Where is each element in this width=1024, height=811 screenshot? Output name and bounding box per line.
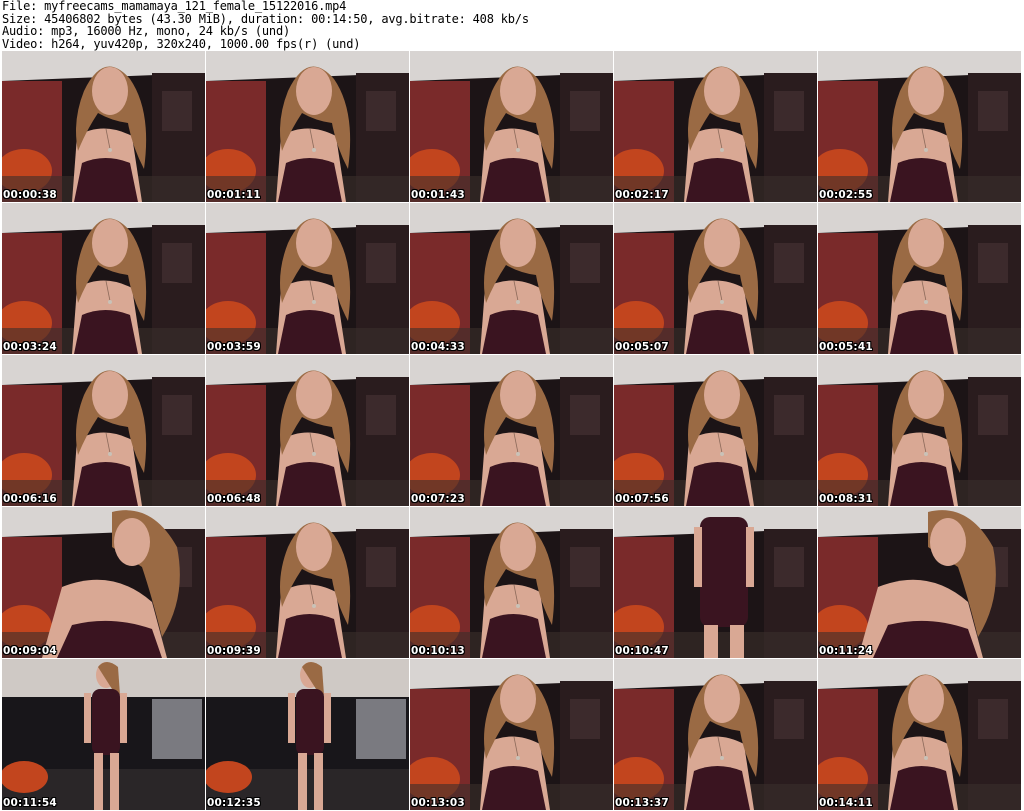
- thumbnail-timestamp: 00:05:41: [819, 341, 873, 353]
- video-thumbnail: 00:07:56: [614, 355, 817, 506]
- file-info-header: File: myfreecams_mamamaya_121_female_151…: [2, 0, 1022, 50]
- thumbnail-timestamp: 00:03:24: [3, 341, 57, 353]
- file-name-line: File: myfreecams_mamamaya_121_female_151…: [2, 0, 347, 13]
- thumbnail-frame-image: [410, 203, 613, 354]
- thumbnail-frame-image: [2, 507, 205, 658]
- video-thumbnail: 00:01:43: [410, 51, 613, 202]
- video-thumbnail: 00:10:47: [614, 507, 817, 658]
- thumbnail-grid: 00:00:38 00:01:11 00:01:43 00:02:17 00:0…: [2, 51, 1022, 811]
- thumbnail-timestamp: 00:04:33: [411, 341, 465, 353]
- video-thumbnail: 00:02:17: [614, 51, 817, 202]
- video-thumbnail: 00:00:38: [2, 51, 205, 202]
- thumbnail-timestamp: 00:11:54: [3, 797, 57, 809]
- thumbnail-frame-image: [410, 507, 613, 658]
- video-thumbnail: 00:06:48: [206, 355, 409, 506]
- thumbnail-frame-image: [410, 659, 613, 810]
- thumbnail-timestamp: 00:13:03: [411, 797, 465, 809]
- thumbnail-frame-image: [206, 203, 409, 354]
- thumbnail-frame-image: [818, 203, 1021, 354]
- thumbnail-timestamp: 00:12:35: [207, 797, 261, 809]
- thumbnail-timestamp: 00:01:11: [207, 189, 261, 201]
- thumbnail-timestamp: 00:01:43: [411, 189, 465, 201]
- thumbnail-timestamp: 00:07:56: [615, 493, 669, 505]
- thumbnail-timestamp: 00:08:31: [819, 493, 873, 505]
- thumbnail-frame-image: [410, 51, 613, 202]
- video-thumbnail: 00:07:23: [410, 355, 613, 506]
- video-thumbnail: 00:12:35: [206, 659, 409, 810]
- video-thumbnail: 00:10:13: [410, 507, 613, 658]
- thumbnail-frame-image: [410, 355, 613, 506]
- video-thumbnail: 00:03:24: [2, 203, 205, 354]
- thumbnail-timestamp: 00:11:24: [819, 645, 873, 657]
- video-thumbnail: 00:09:04: [2, 507, 205, 658]
- thumbnail-frame-image: [206, 51, 409, 202]
- thumbnail-frame-image: [206, 355, 409, 506]
- thumbnail-timestamp: 00:03:59: [207, 341, 261, 353]
- video-thumbnail: 00:11:54: [2, 659, 205, 810]
- thumbnail-frame-image: [2, 203, 205, 354]
- video-thumbnail: 00:09:39: [206, 507, 409, 658]
- thumbnail-timestamp: 00:13:37: [615, 797, 669, 809]
- thumbnail-timestamp: 00:06:48: [207, 493, 261, 505]
- thumbnail-frame-image: [818, 659, 1021, 810]
- video-thumbnail: 00:11:24: [818, 507, 1021, 658]
- thumbnail-frame-image: [614, 659, 817, 810]
- thumbnail-timestamp: 00:06:16: [3, 493, 57, 505]
- thumbnail-timestamp: 00:10:47: [615, 645, 669, 657]
- thumbnail-frame-image: [614, 51, 817, 202]
- thumbnail-timestamp: 00:09:39: [207, 645, 261, 657]
- thumbnail-frame-image: [2, 51, 205, 202]
- thumbnail-frame-image: [818, 507, 1021, 658]
- video-thumbnail: 00:05:41: [818, 203, 1021, 354]
- video-thumbnail: 00:13:37: [614, 659, 817, 810]
- thumbnail-timestamp: 00:09:04: [3, 645, 57, 657]
- thumbnail-timestamp: 00:14:11: [819, 797, 873, 809]
- video-thumbnail: 00:01:11: [206, 51, 409, 202]
- thumbnail-timestamp: 00:00:38: [3, 189, 57, 201]
- thumbnail-frame-image: [206, 507, 409, 658]
- thumbnail-frame-image: [2, 355, 205, 506]
- video-thumbnail: 00:02:55: [818, 51, 1021, 202]
- thumbnail-timestamp: 00:10:13: [411, 645, 465, 657]
- thumbnail-timestamp: 00:05:07: [615, 341, 669, 353]
- thumbnail-frame-image: [614, 203, 817, 354]
- video-info-line: Video: h264, yuv420p, 320x240, 1000.00 f…: [2, 36, 361, 51]
- video-thumbnail: 00:06:16: [2, 355, 205, 506]
- video-thumbnail: 00:05:07: [614, 203, 817, 354]
- thumbnail-frame-image: [614, 355, 817, 506]
- video-thumbnail: 00:08:31: [818, 355, 1021, 506]
- audio-info-line: Audio: mp3, 16000 Hz, mono, 24 kb/s (und…: [2, 24, 291, 38]
- thumbnail-frame-image: [818, 51, 1021, 202]
- video-thumbnail: 00:04:33: [410, 203, 613, 354]
- thumbnail-frame-image: [818, 355, 1021, 506]
- thumbnail-timestamp: 00:02:17: [615, 189, 669, 201]
- video-thumbnail: 00:13:03: [410, 659, 613, 810]
- thumbnail-frame-image: [206, 659, 409, 810]
- video-thumbnail: 00:03:59: [206, 203, 409, 354]
- thumbnail-frame-image: [614, 507, 817, 658]
- thumbnail-frame-image: [2, 659, 205, 810]
- thumbnail-timestamp: 00:02:55: [819, 189, 873, 201]
- thumbnail-timestamp: 00:07:23: [411, 493, 465, 505]
- video-thumbnail: 00:14:11: [818, 659, 1021, 810]
